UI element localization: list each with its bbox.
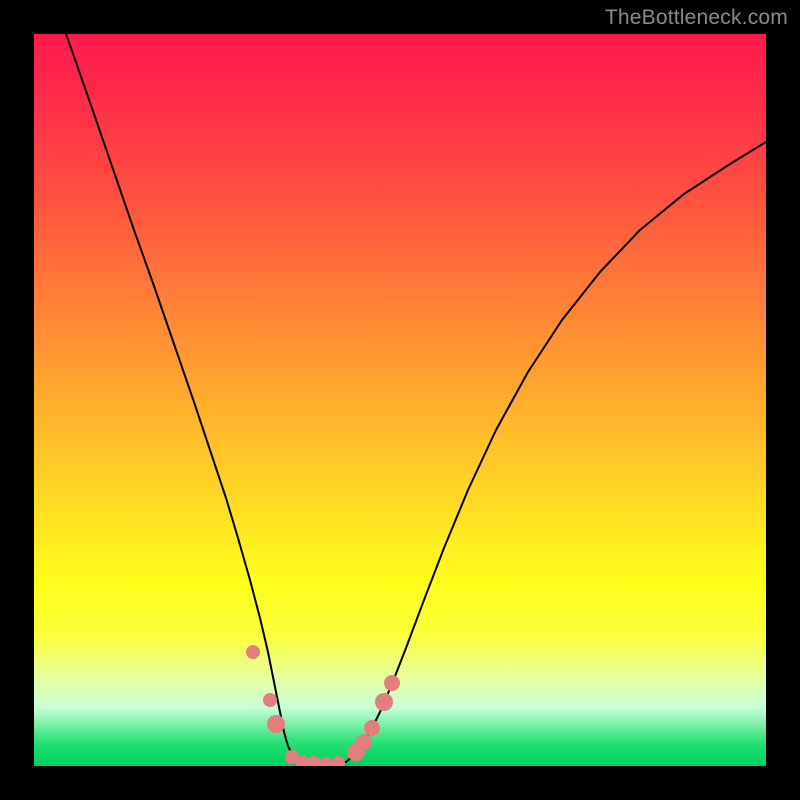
curves-group	[66, 34, 766, 764]
chart-frame: TheBottleneck.com	[0, 0, 800, 800]
chart-svg	[34, 34, 766, 766]
markers-group	[246, 645, 400, 766]
watermark-label: TheBottleneck.com	[605, 6, 788, 30]
plot-area	[34, 34, 766, 766]
